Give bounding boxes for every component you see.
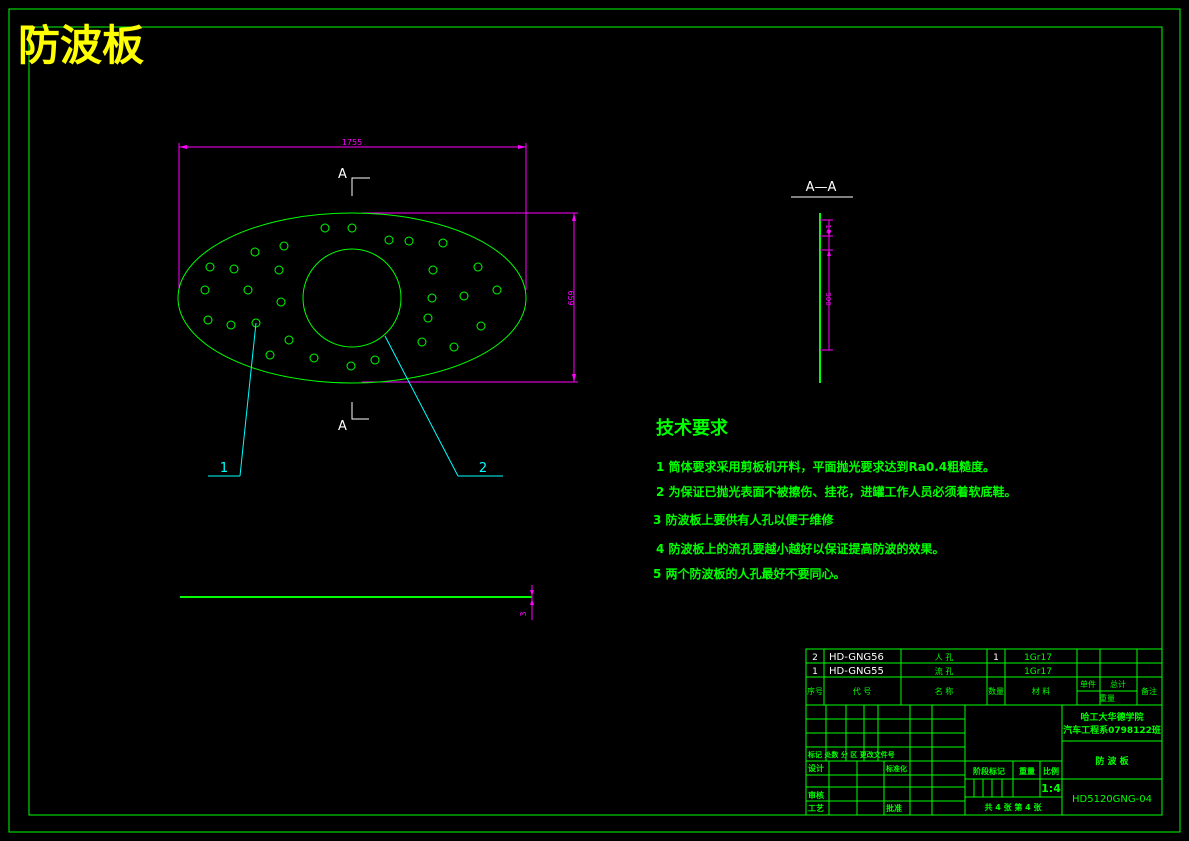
cad-drawing: 防波板 1755 659 A A 1 2 3 A—A 14 500 技术要求 1… — [8, 8, 1181, 833]
header-no: 序号 — [807, 686, 823, 696]
label-scale: 比例 — [1043, 766, 1059, 776]
flow-hole — [476, 321, 486, 331]
leader-1-label: 1 — [220, 461, 228, 476]
flow-hole — [347, 223, 357, 233]
outer-border — [8, 8, 1181, 833]
tech-item-3: 3 防波板上要供有人孔以便于维修 — [653, 512, 835, 527]
drawing-name: 防 波 板 — [1095, 755, 1129, 767]
flow-hole — [438, 238, 448, 248]
part-2-name: 人 孔 — [935, 653, 954, 662]
leader-2: 2 — [384, 335, 503, 477]
part-2-material: 1Gr17 — [1024, 653, 1052, 663]
flow-hole — [473, 262, 483, 272]
flow-hole — [384, 235, 394, 245]
drawing-title: 防波板 — [18, 21, 144, 70]
flow-hole — [226, 320, 236, 330]
section-marker-bottom-label: A — [338, 419, 347, 434]
flow-hole — [423, 313, 433, 323]
sheet-count: 共 4 张 第 4 张 — [984, 802, 1042, 812]
top-dimension-value: 1755 — [342, 138, 362, 147]
header-unit: 单件 — [1080, 679, 1096, 689]
right-dimension-value: 659 — [566, 290, 575, 305]
flow-hole — [279, 241, 289, 251]
tech-heading: 技术要求 — [656, 417, 729, 439]
dept-name: 汽车工程系0798122班 — [1063, 724, 1161, 736]
label-review: 审核 — [808, 790, 824, 800]
part-1-material: 1Gr17 — [1024, 667, 1052, 677]
part-2-qty: 1 — [993, 653, 999, 663]
section-title: A—A — [806, 180, 837, 195]
flow-hole — [346, 361, 356, 371]
section-marker-top-label: A — [338, 167, 347, 182]
part-1-name: 流 孔 — [935, 666, 954, 676]
flow-hole — [284, 335, 294, 345]
leader-2-label: 2 — [479, 461, 487, 476]
header-qty: 数量 — [988, 686, 1004, 696]
thickness-dimension-value: 3 — [519, 611, 528, 616]
section-marker-top: A — [338, 167, 370, 196]
thickness-view: 3 — [180, 585, 534, 620]
label-process: 工艺 — [808, 803, 824, 813]
part-2-no: 2 — [812, 653, 818, 663]
tech-item-4: 4 防波板上的流孔要越小越好以保证提高防波的效果。 — [656, 541, 945, 556]
scale-value: 1:4 — [1041, 782, 1061, 795]
flow-hole — [370, 355, 380, 365]
section-marker-bottom: A — [338, 402, 369, 434]
label-stage: 阶段标记 — [973, 766, 1005, 776]
label-standard: 标准化 — [885, 764, 907, 773]
tech-item-5: 5 两个防波板的人孔最好不要同心。 — [653, 566, 846, 581]
inner-border — [28, 26, 1163, 816]
flow-hole — [274, 265, 284, 275]
flow-hole — [417, 337, 427, 347]
header-remark: 备注 — [1141, 686, 1157, 696]
flow-hole — [203, 315, 213, 325]
flow-hole — [492, 285, 502, 295]
header-weight: 重量 — [1099, 693, 1115, 703]
header-material: 材 料 — [1032, 686, 1051, 696]
leader-1: 1 — [208, 322, 257, 477]
manhole-circle — [302, 248, 402, 348]
flow-hole — [276, 297, 286, 307]
part-1-code: HD-GNG55 — [829, 666, 884, 677]
flow-hole — [229, 264, 239, 274]
flow-hole — [309, 353, 319, 363]
flow-hole — [428, 265, 438, 275]
part-2-code: HD-GNG56 — [829, 652, 884, 663]
tech-item-2: 2 为保证已抛光表面不被擦伤、挂花，进罐工作人员必须着软底鞋。 — [656, 484, 1017, 499]
header-name: 名 称 — [935, 686, 954, 696]
section-view: A—A 14 500 — [791, 180, 853, 383]
flow-hole — [243, 285, 253, 295]
tech-requirements: 技术要求 1 筒体要求采用剪板机开料，平面抛光要求达到Ra0.4粗糙度。 2 为… — [653, 417, 1017, 581]
drawing-number: HD5120GNG-04 — [1072, 794, 1152, 805]
flow-holes — [200, 223, 502, 371]
label-revision: 标记 处数 分 区 更改文件号 — [807, 750, 895, 759]
flow-hole — [250, 247, 260, 257]
flow-hole — [205, 262, 215, 272]
flow-hole — [320, 223, 330, 233]
header-code: 代 号 — [853, 686, 872, 696]
header-total: 总计 — [1110, 679, 1126, 689]
school-name: 哈工大华德学院 — [1080, 711, 1143, 723]
part-1-no: 1 — [812, 667, 818, 677]
section-dim-small: 14 — [824, 225, 832, 234]
tech-item-1: 1 筒体要求采用剪板机开料，平面抛光要求达到Ra0.4粗糙度。 — [656, 459, 995, 474]
label-weight: 重量 — [1019, 766, 1035, 776]
label-design: 设计 — [808, 763, 824, 773]
flow-hole — [265, 350, 275, 360]
flow-hole — [200, 285, 210, 295]
flow-hole — [459, 291, 469, 301]
flow-hole — [427, 293, 437, 303]
label-approve: 批准 — [886, 803, 902, 813]
flow-hole — [449, 342, 459, 352]
plate-outline — [177, 212, 527, 384]
right-dimension: 659 — [362, 212, 578, 383]
flow-hole — [404, 236, 414, 246]
section-dim-large: 500 — [824, 292, 832, 305]
